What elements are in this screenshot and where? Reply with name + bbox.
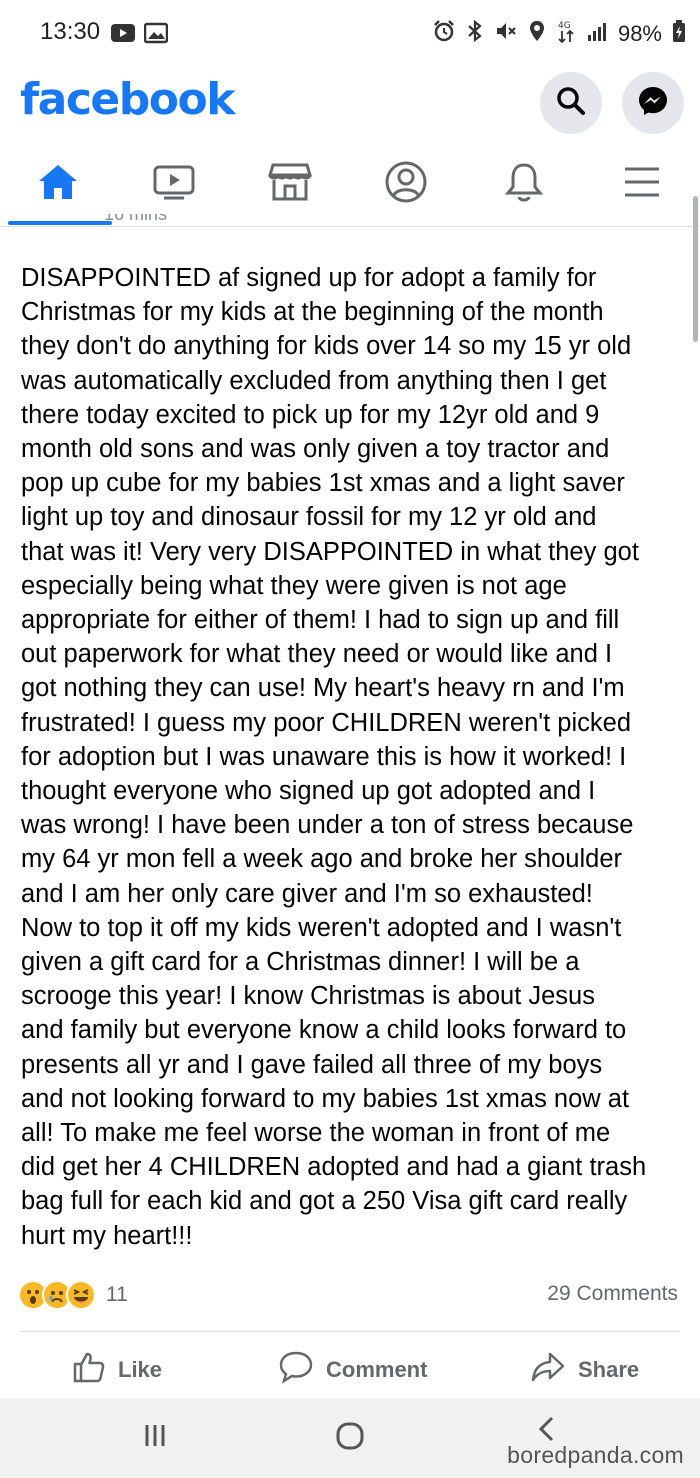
- video-icon: [110, 22, 136, 49]
- alarm-icon: [432, 19, 456, 49]
- share-icon: [530, 1350, 566, 1390]
- battery-icon: [672, 19, 686, 49]
- bluetooth-icon: [466, 19, 484, 49]
- app-header: facebook: [0, 66, 700, 136]
- like-label: Like: [118, 1357, 163, 1382]
- signal-icon: [586, 20, 608, 48]
- mute-icon: [494, 19, 518, 49]
- bell-icon: [504, 160, 544, 209]
- divider: [20, 1331, 680, 1332]
- comment-label: Comment: [326, 1357, 428, 1382]
- search-button[interactable]: [540, 72, 602, 134]
- messenger-button[interactable]: [622, 72, 684, 134]
- tab-home[interactable]: [8, 145, 108, 223]
- like-button[interactable]: Like: [72, 1348, 162, 1392]
- status-bar: 13:30 4G 98%: [0, 0, 700, 66]
- location-icon: [528, 19, 546, 49]
- video-icon: [152, 162, 196, 207]
- share-label: Share: [578, 1357, 640, 1382]
- haha-reaction-icon: [66, 1280, 96, 1310]
- search-icon: [555, 85, 587, 122]
- scrollbar[interactable]: [693, 196, 698, 342]
- active-tab-indicator: [8, 221, 112, 225]
- tab-profile[interactable]: [356, 145, 456, 223]
- post-text: DISAPPOINTED af signed up for adopt a fa…: [21, 264, 647, 1250]
- post-timestamp: 16 mins: [104, 214, 168, 224]
- marketplace-icon: [267, 161, 313, 208]
- share-button[interactable]: Share: [530, 1348, 639, 1392]
- image-icon: [143, 22, 169, 49]
- comment-icon: [278, 1350, 314, 1390]
- recents-icon: [140, 1420, 170, 1455]
- recents-button[interactable]: [140, 1420, 170, 1455]
- circle-home-icon: [334, 1420, 366, 1457]
- watermark: boredpanda.com: [507, 1442, 684, 1468]
- tab-marketplace[interactable]: [240, 145, 340, 223]
- reaction-count: 11: [106, 1283, 128, 1306]
- data-icon: 4G: [556, 18, 576, 50]
- status-time: 13:30: [40, 18, 101, 45]
- tab-notifications[interactable]: [474, 145, 574, 223]
- menu-icon: [622, 164, 662, 205]
- svg-text:4G: 4G: [558, 21, 571, 31]
- facebook-logo[interactable]: facebook: [20, 74, 235, 125]
- messenger-icon: [636, 84, 670, 123]
- profile-icon: [384, 160, 428, 209]
- system-nav-bar: boredpanda.com: [0, 1398, 700, 1478]
- thumbs-up-icon: [72, 1350, 106, 1390]
- tab-watch[interactable]: [124, 145, 224, 223]
- status-left-icons: [110, 22, 169, 49]
- home-system-button[interactable]: [334, 1420, 366, 1457]
- home-icon: [36, 162, 80, 207]
- reactions-summary[interactable]: 11: [18, 1278, 128, 1312]
- comments-count[interactable]: 29 Comments: [547, 1282, 678, 1306]
- status-right: 4G 98%: [432, 18, 686, 50]
- tab-menu[interactable]: [592, 145, 692, 223]
- battery-percent: 98%: [617, 21, 662, 46]
- comment-button[interactable]: Comment: [278, 1348, 427, 1392]
